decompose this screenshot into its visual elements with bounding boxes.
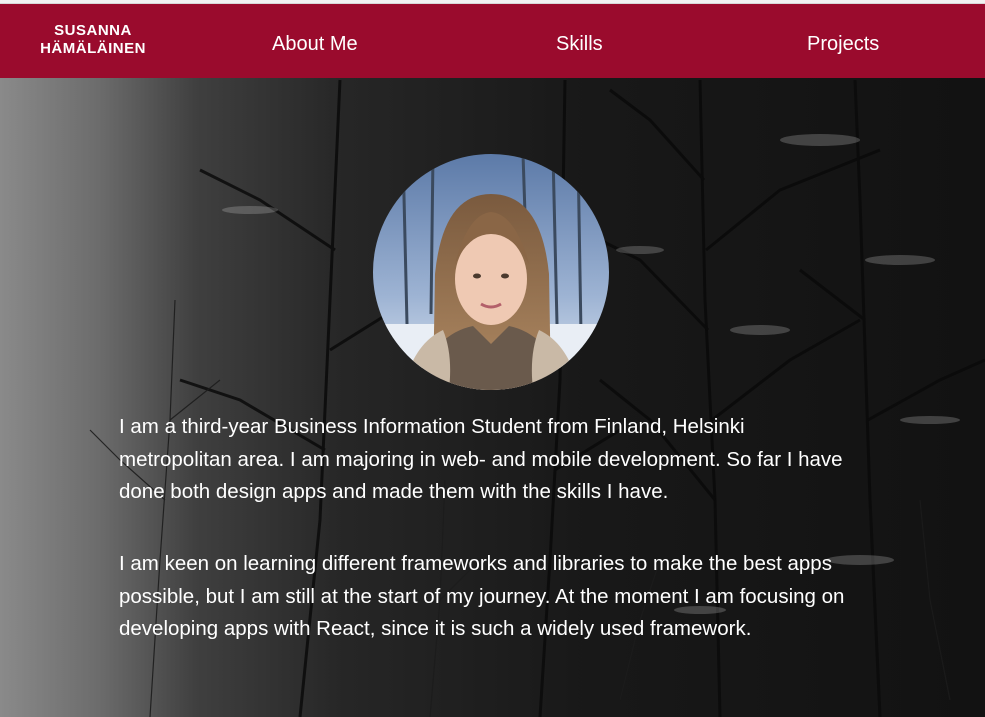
nav-link-about-me[interactable]: About Me <box>272 32 358 56</box>
site-header: SUSANNA HÄMÄLÄINEN About Me Skills Proje… <box>0 3 985 78</box>
bio-paragraph-goals: I am keen on learning different framewor… <box>119 552 845 640</box>
nav-link-skills[interactable]: Skills <box>556 32 603 56</box>
brand-first-name: SUSANNA <box>54 22 132 39</box>
bio-paragraph-intro: I am a third-year Business Information S… <box>119 415 843 503</box>
brand-last-name: HÄMÄLÄINEN <box>40 40 146 57</box>
site-logo[interactable]: SUSANNA HÄMÄLÄINEN <box>18 22 168 58</box>
profile-photo-illustration <box>373 154 609 390</box>
nav-link-projects[interactable]: Projects <box>807 32 879 56</box>
profile-photo <box>373 154 609 390</box>
portfolio-page: SUSANNA HÄMÄLÄINEN About Me Skills Proje… <box>0 0 985 717</box>
